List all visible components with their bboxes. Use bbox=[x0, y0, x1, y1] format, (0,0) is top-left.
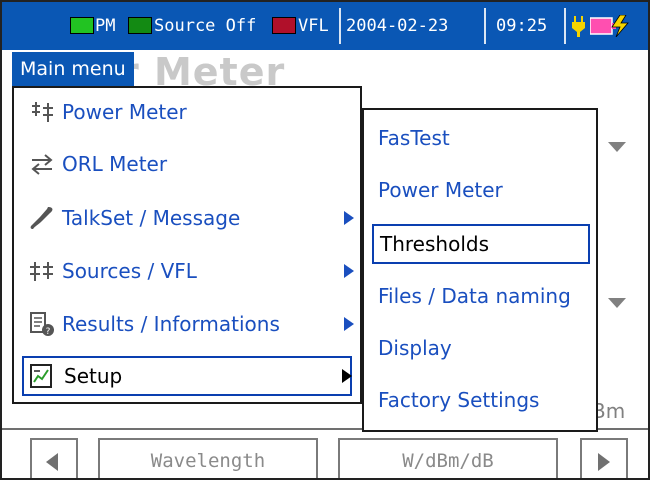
menu-item-label: Results / Informations bbox=[62, 312, 280, 336]
menu-item-results[interactable]: ? Results / Informations bbox=[22, 304, 354, 344]
device-screen: r Meter Bm Wavelength W/dBm/dB PM Source… bbox=[0, 0, 650, 480]
document-info-icon: ? bbox=[30, 312, 54, 337]
menu-item-label: TalkSet / Message bbox=[62, 206, 241, 230]
submenu-arrow-icon bbox=[344, 211, 354, 225]
menu-item-setup[interactable]: Setup bbox=[22, 356, 352, 396]
status-time: 09:25 bbox=[496, 16, 548, 36]
divider bbox=[339, 8, 341, 44]
softkey-next[interactable] bbox=[580, 438, 628, 478]
orl-arrows-icon bbox=[31, 154, 53, 175]
menu-item-label: ORL Meter bbox=[62, 152, 168, 176]
pm-label: PM bbox=[95, 16, 116, 36]
status-date: 2004-02-23 bbox=[346, 16, 449, 36]
submenu-arrow-icon bbox=[344, 317, 354, 331]
menu-item-talkset[interactable]: TalkSet / Message bbox=[22, 198, 354, 238]
submenu-arrow-icon bbox=[342, 369, 352, 383]
softkey-units[interactable]: W/dBm/dB bbox=[338, 438, 558, 478]
battery-charging-icon bbox=[590, 15, 629, 37]
menu-item-label: Sources / VFL bbox=[62, 259, 197, 283]
main-menu-title: Main menu bbox=[12, 52, 134, 86]
pm-indicator-icon bbox=[70, 17, 94, 34]
dropdown-arrow-icon[interactable] bbox=[608, 142, 626, 152]
menu-item-power-meter[interactable]: Power Meter bbox=[22, 92, 352, 132]
plug-icon bbox=[572, 16, 585, 37]
softkey-prev[interactable] bbox=[30, 438, 78, 478]
setup-submenu: FasTest Power Meter Thresholds Files / D… bbox=[362, 108, 598, 432]
submenu-arrow-icon bbox=[344, 264, 354, 278]
menu-item-label: Power Meter bbox=[62, 100, 187, 124]
divider bbox=[564, 8, 566, 44]
sources-icon bbox=[30, 262, 53, 281]
menu-item-orl-meter[interactable]: ORL Meter bbox=[22, 144, 352, 184]
main-menu: Power Meter ORL Meter TalkSet / Message bbox=[12, 86, 362, 404]
menu-item-label: Setup bbox=[64, 364, 123, 388]
divider bbox=[484, 8, 486, 44]
status-bar: PM Source Off VFL 2004-02-23 09:25 bbox=[2, 2, 648, 50]
submenu-item-thresholds[interactable]: Thresholds bbox=[372, 224, 590, 264]
source-indicator-icon bbox=[128, 17, 152, 34]
submenu-item-power-meter[interactable]: Power Meter bbox=[372, 170, 590, 210]
softkey-wavelength[interactable]: Wavelength bbox=[98, 438, 318, 478]
vfl-label: VFL bbox=[298, 16, 329, 36]
submenu-item-display[interactable]: Display bbox=[372, 328, 590, 368]
svg-text:?: ? bbox=[46, 327, 51, 337]
source-label: Source Off bbox=[154, 16, 257, 36]
dropdown-arrow-icon[interactable] bbox=[608, 298, 626, 308]
phone-handset-icon bbox=[30, 207, 53, 229]
submenu-item-fastest[interactable]: FasTest bbox=[372, 118, 590, 158]
submenu-item-factory-settings[interactable]: Factory Settings bbox=[372, 380, 590, 420]
power-meter-icon bbox=[32, 102, 53, 122]
menu-item-sources-vfl[interactable]: Sources / VFL bbox=[22, 251, 354, 291]
arrow-right-icon bbox=[598, 453, 610, 471]
arrow-left-icon bbox=[46, 453, 58, 471]
submenu-item-files-data-naming[interactable]: Files / Data naming bbox=[372, 276, 590, 316]
setup-chart-icon bbox=[30, 364, 52, 388]
vfl-indicator-icon bbox=[272, 17, 296, 34]
